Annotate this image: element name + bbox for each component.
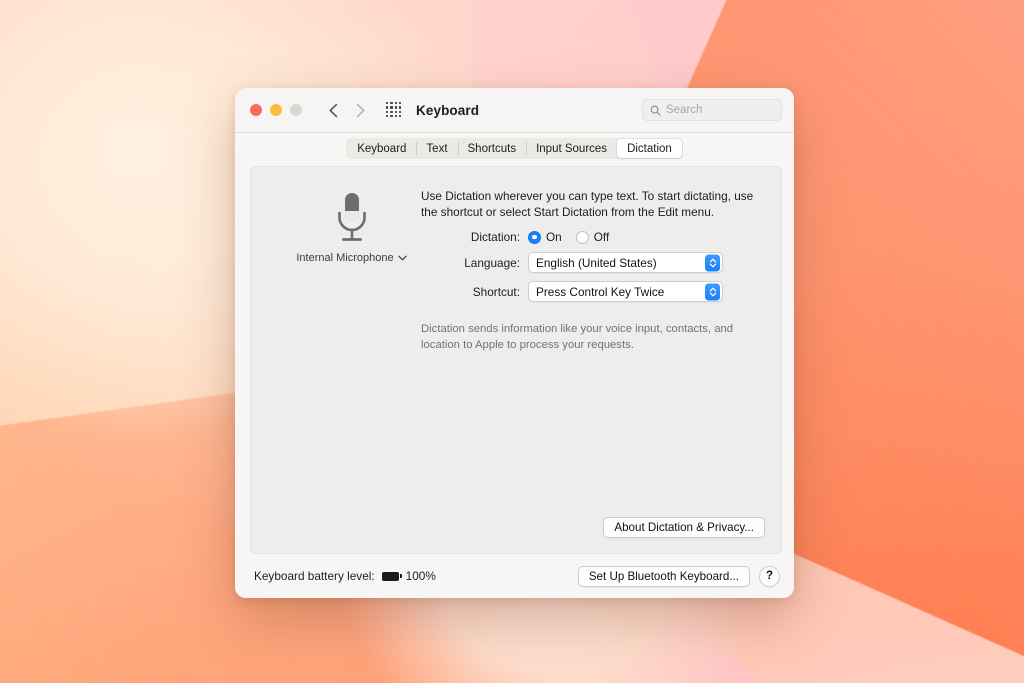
language-value: English (United States) [536, 255, 657, 270]
page-title: Keyboard [416, 102, 480, 118]
grid-view-icon[interactable] [385, 101, 403, 119]
chevron-right-icon [356, 103, 364, 117]
intro-text: Use Dictation wherever you can type text… [421, 189, 754, 220]
shortcut-row: Shortcut: Press Control Key Twice [251, 281, 781, 302]
battery-full-icon [381, 571, 402, 581]
dictation-on-option[interactable]: On [528, 230, 562, 244]
search-icon [650, 105, 661, 116]
forward-button[interactable] [349, 99, 371, 121]
close-button[interactable] [250, 104, 262, 116]
privacy-text: Dictation sends information like your vo… [421, 323, 734, 351]
dictation-panel: Internal Microphone Use Dictation wherev… [250, 166, 782, 554]
shortcut-stepper-icon[interactable] [705, 283, 720, 300]
about-dictation-privacy-button[interactable]: About Dictation & Privacy... [603, 517, 765, 538]
footer-actions: Set Up Bluetooth Keyboard... ? [577, 565, 780, 587]
dictation-label: Dictation: [470, 230, 520, 244]
dictation-off-label: Off [593, 230, 610, 244]
setup-bluetooth-keyboard-button[interactable]: Set Up Bluetooth Keyboard... [577, 565, 750, 587]
dictation-form: Dictation: On Off Language: English (Uni… [251, 230, 781, 310]
language-label: Language: [464, 255, 520, 270]
battery-label: Keyboard battery level: [254, 569, 375, 583]
about-button-container: About Dictation & Privacy... [603, 517, 765, 538]
language-row: Language: English (United States) [251, 252, 781, 273]
window-footer: Keyboard battery level: 100% Set Up Blue… [235, 554, 794, 598]
tab-bar: Keyboard Text Shortcuts Input Sources Di… [235, 133, 794, 162]
dictation-off-option[interactable]: Off [575, 230, 610, 244]
keyboard-preferences-window: Keyboard Search Keyboard Text Shortcuts … [235, 88, 794, 598]
tab-keyboard[interactable]: Keyboard [347, 139, 416, 158]
shortcut-value: Press Control Key Twice [536, 284, 665, 299]
shortcut-select[interactable]: Press Control Key Twice [528, 281, 723, 302]
dictation-radio-group: On Off [528, 230, 609, 244]
traffic-light-group [250, 104, 302, 116]
segmented-tab-control: Keyboard Text Shortcuts Input Sources Di… [346, 138, 683, 159]
maximize-button[interactable] [290, 104, 302, 116]
navigation-buttons [322, 99, 371, 121]
help-button[interactable]: ? [759, 565, 780, 587]
tab-text[interactable]: Text [416, 139, 457, 158]
tab-input-sources[interactable]: Input Sources [526, 139, 617, 158]
keyboard-battery-status: Keyboard battery level: 100% [254, 569, 436, 583]
battery-value: 100% [405, 569, 436, 583]
search-input[interactable]: Search [642, 99, 782, 121]
radio-on-indicator[interactable] [528, 230, 541, 244]
window-titlebar: Keyboard Search [235, 88, 794, 133]
radio-off-indicator[interactable] [575, 230, 589, 244]
tab-shortcuts[interactable]: Shortcuts [457, 139, 527, 158]
shortcut-label: Shortcut: [472, 284, 520, 299]
search-placeholder: Search [666, 104, 703, 116]
minimize-button[interactable] [270, 104, 282, 116]
desktop-wallpaper: Keyboard Search Keyboard Text Shortcuts … [0, 0, 1024, 683]
dictation-row: Dictation: On Off [251, 230, 781, 244]
tab-dictation[interactable]: Dictation [617, 139, 682, 158]
chevron-left-icon [329, 103, 337, 117]
dictation-on-label: On [546, 230, 562, 244]
language-stepper-icon[interactable] [705, 254, 720, 271]
language-select[interactable]: English (United States) [528, 252, 723, 273]
back-button[interactable] [322, 99, 344, 121]
